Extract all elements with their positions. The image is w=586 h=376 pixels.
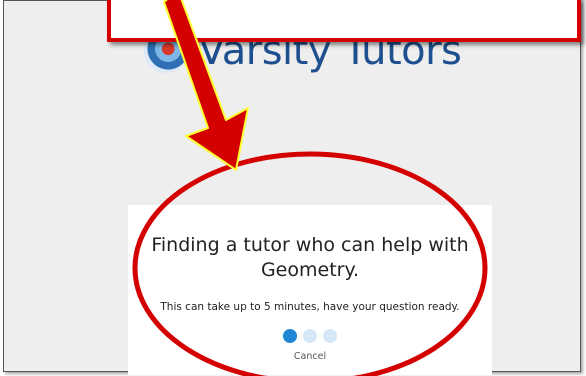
loading-dots bbox=[128, 329, 492, 343]
loading-dot-3 bbox=[323, 329, 337, 343]
cancel-link[interactable]: Cancel bbox=[128, 351, 492, 362]
loading-dot-1 bbox=[283, 329, 297, 343]
wait-time-message: This can take up to 5 minutes, have your… bbox=[160, 301, 460, 313]
callout-text: minutos bbox=[111, 0, 577, 4]
annotation-callout-box: minutos bbox=[107, 0, 581, 42]
matching-card: Finding a tutor who can help with Geomet… bbox=[128, 205, 492, 375]
loading-dot-2 bbox=[303, 329, 317, 343]
finding-tutor-heading: Finding a tutor who can help with Geomet… bbox=[151, 234, 469, 281]
